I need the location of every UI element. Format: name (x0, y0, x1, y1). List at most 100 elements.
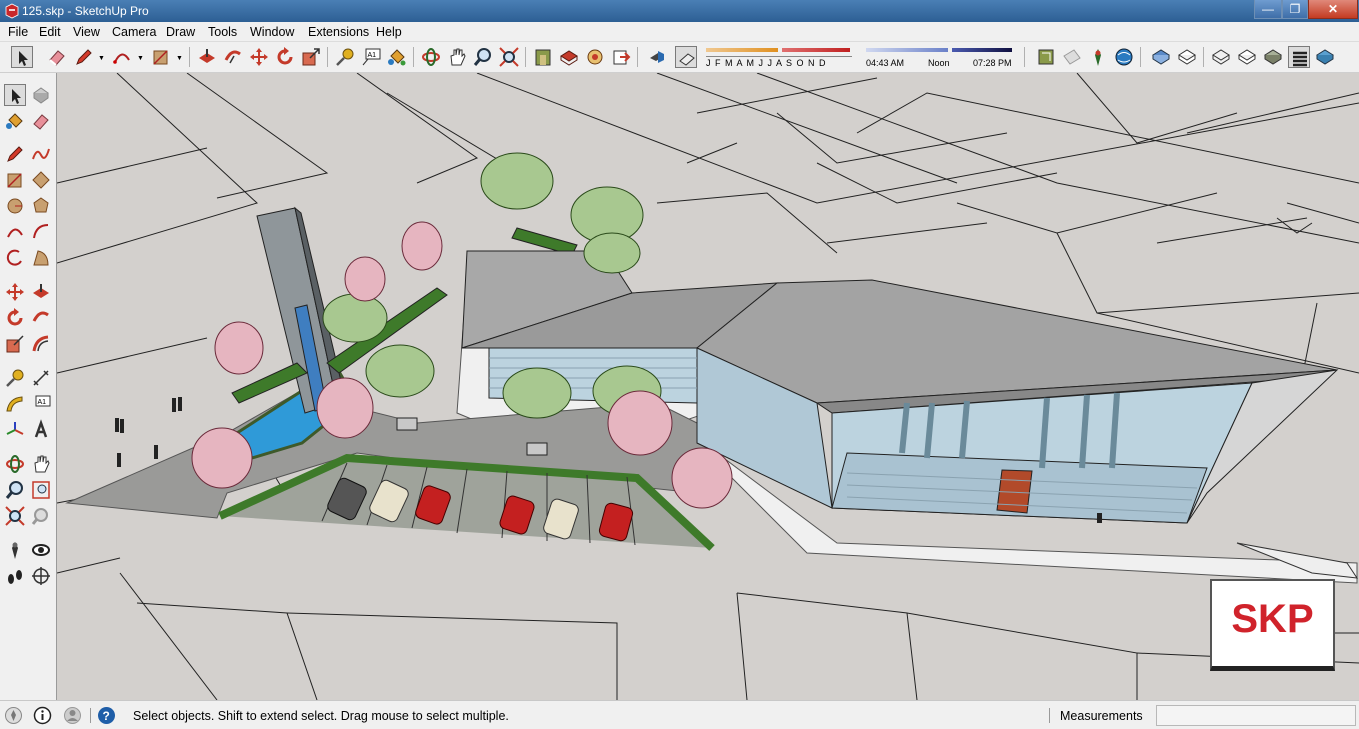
menu-view[interactable]: View (73, 25, 100, 39)
zoom-tool[interactable] (4, 479, 26, 501)
scale-tool-button[interactable] (300, 46, 322, 68)
previous-view-tool[interactable] (30, 505, 52, 527)
user-account-button[interactable] (63, 706, 82, 725)
minimize-button[interactable]: — (1254, 0, 1282, 19)
fog-toggle-button[interactable] (675, 46, 697, 68)
axes-tool[interactable] (4, 419, 26, 441)
geo-location-button[interactable] (1035, 46, 1057, 68)
select-tool-button[interactable] (11, 46, 33, 68)
3d-text-tool[interactable] (30, 419, 52, 441)
model-info-button[interactable] (558, 46, 580, 68)
paint-bucket-tool-button[interactable] (386, 46, 408, 68)
zoom-tool-button[interactable] (472, 46, 494, 68)
arc-tool[interactable] (4, 221, 26, 243)
menu-tools[interactable]: Tools (208, 25, 237, 39)
scale-tool[interactable] (4, 333, 26, 355)
model-viewport[interactable]: SKP (57, 73, 1359, 700)
three-point-arc-tool[interactable] (4, 247, 26, 269)
shaded-textures-button[interactable] (1288, 46, 1310, 68)
warehouse-button[interactable] (532, 46, 554, 68)
position-camera-tool[interactable] (4, 539, 26, 561)
select-tool[interactable] (4, 84, 26, 106)
wireframe-icon (1212, 49, 1230, 65)
pan-tool[interactable] (30, 453, 52, 475)
scale-icon (302, 48, 320, 66)
dimension-tool[interactable] (30, 367, 52, 389)
menu-window[interactable]: Window (250, 25, 294, 39)
line-tool[interactable] (4, 143, 26, 165)
shaded-button[interactable] (1262, 46, 1284, 68)
pan-tool-button[interactable] (446, 46, 468, 68)
credits-button[interactable] (33, 706, 52, 725)
geo-location-icon (1038, 49, 1054, 65)
rotate-tool-button[interactable] (274, 46, 296, 68)
geo-location-status-button[interactable] (4, 706, 23, 725)
eraser-tool[interactable] (30, 110, 52, 132)
move-tool[interactable] (4, 281, 26, 303)
orbit-tool-button[interactable] (420, 46, 442, 68)
dropdown-arrow-icon[interactable]: ▼ (98, 55, 105, 62)
dropdown-arrow-icon[interactable]: ▼ (176, 55, 183, 62)
zoom-extents-tool-button[interactable] (498, 46, 520, 68)
offset-tool[interactable] (30, 333, 52, 355)
dropdown-arrow-icon[interactable]: ▼ (137, 55, 144, 62)
extension-warehouse-button[interactable] (584, 46, 606, 68)
rotate-tool[interactable] (4, 307, 26, 329)
rectangle-tool-button[interactable] (150, 46, 172, 68)
xray-button[interactable] (1150, 46, 1172, 68)
move-tool-button[interactable] (248, 46, 270, 68)
shadow-time-slider-track[interactable] (866, 48, 948, 52)
rectangle-tool[interactable] (4, 169, 26, 191)
walk-tool[interactable] (4, 565, 26, 587)
wireframe-button[interactable] (1210, 46, 1232, 68)
back-edges-button[interactable] (1176, 46, 1198, 68)
text-tool[interactable]: A1 (30, 393, 52, 415)
close-button[interactable]: ✕ (1308, 0, 1358, 19)
paint-bucket-tool[interactable] (4, 110, 26, 132)
text-tool-button[interactable]: A1 (360, 46, 382, 68)
pie-tool[interactable] (30, 247, 52, 269)
protractor-tool[interactable] (4, 393, 26, 415)
hidden-line-button[interactable] (1236, 46, 1258, 68)
menu-edit[interactable]: Edit (39, 25, 61, 39)
menu-draw[interactable]: Draw (166, 25, 195, 39)
follow-me-tool-button[interactable] (222, 46, 244, 68)
section-plane-button[interactable] (1061, 46, 1083, 68)
instructor-button[interactable]: ? (97, 706, 116, 725)
zoom-window-tool[interactable] (30, 479, 52, 501)
monochrome-button[interactable] (1314, 46, 1336, 68)
eraser-tool-button[interactable] (46, 46, 68, 68)
pencil-tool-button[interactable] (73, 46, 95, 68)
arc-tool-button[interactable] (111, 46, 133, 68)
shadow-time-slider-track-2[interactable] (952, 48, 1012, 52)
polygon-tool[interactable] (30, 195, 52, 217)
tape-measure-tool-button[interactable] (334, 46, 356, 68)
look-around-tool[interactable] (30, 539, 52, 561)
tape-measure-tool[interactable] (4, 367, 26, 389)
menu-camera[interactable]: Camera (112, 25, 156, 39)
freehand-tool[interactable] (30, 143, 52, 165)
3d-model-scene[interactable] (57, 73, 1359, 700)
rotated-rectangle-tool[interactable] (30, 169, 52, 191)
menu-extensions[interactable]: Extensions (308, 25, 369, 39)
two-point-arc-tool[interactable] (30, 221, 52, 243)
zoom-extents-tool[interactable] (4, 505, 26, 527)
push-pull-tool-button[interactable] (196, 46, 218, 68)
shadows-toggle-button[interactable] (647, 46, 669, 68)
maximize-button[interactable]: ❐ (1282, 0, 1308, 19)
orbit-icon (6, 455, 24, 473)
menu-help[interactable]: Help (376, 25, 402, 39)
make-component-tool[interactable] (30, 84, 52, 106)
section-plane-tool[interactable] (30, 565, 52, 587)
measurements-input[interactable] (1156, 705, 1356, 726)
send-to-layout-button[interactable] (610, 46, 632, 68)
photo-texture-button[interactable] (1113, 46, 1135, 68)
menu-file[interactable]: File (8, 25, 28, 39)
push-pull-tool[interactable] (30, 281, 52, 303)
camera-position-button[interactable] (1087, 46, 1109, 68)
follow-me-tool[interactable] (30, 307, 52, 329)
move-icon (250, 48, 268, 66)
pencil-icon (76, 49, 92, 65)
orbit-tool[interactable] (4, 453, 26, 475)
circle-tool[interactable] (4, 195, 26, 217)
